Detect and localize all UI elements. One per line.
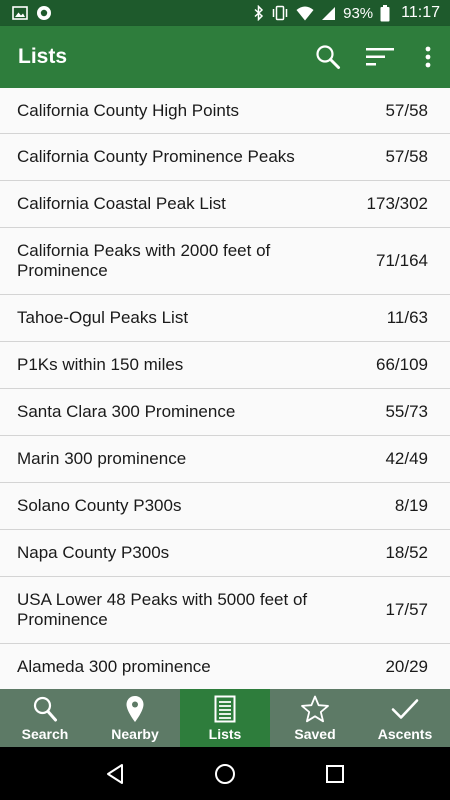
- nav-nearby[interactable]: Nearby: [90, 689, 180, 747]
- list-item[interactable]: California County High Points 57/58: [0, 88, 450, 134]
- bottom-navigation: Search Nearby Lists Saved Ascents: [0, 689, 450, 747]
- list-item[interactable]: Santa Clara 300 Prominence 55/73: [0, 389, 450, 436]
- list-item-name: California Peaks with 2000 feet of Promi…: [17, 241, 271, 280]
- list-item-name: Santa Clara 300 Prominence: [17, 402, 236, 421]
- list-item-name: Tahoe-Ogul Peaks List: [17, 308, 189, 327]
- nav-saved[interactable]: Saved: [270, 689, 360, 747]
- list-item-count: 11/63: [386, 308, 428, 327]
- home-circle-icon: [214, 763, 236, 785]
- star-icon: [300, 694, 330, 724]
- list-item-count: 17/57: [385, 600, 428, 619]
- list-item-count: 57/58: [385, 100, 428, 120]
- battery-icon: [380, 4, 390, 22]
- more-options-button[interactable]: [406, 31, 450, 83]
- list-item-count: 55/73: [385, 402, 428, 421]
- list-item[interactable]: California County Prominence Peaks 57/58: [0, 134, 450, 181]
- page-title: Lists: [18, 45, 68, 68]
- search-button[interactable]: [302, 31, 354, 83]
- sort-icon: [366, 47, 394, 67]
- nav-label: Search: [21, 726, 69, 742]
- list-item-count: 57/58: [385, 147, 428, 166]
- list-item-name: Solano County P300s: [17, 496, 182, 515]
- search-icon: [32, 694, 58, 724]
- list-item-name: P1Ks within 150 miles: [17, 355, 184, 374]
- nav-search[interactable]: Search: [0, 689, 90, 747]
- list-item-name: USA Lower 48 Peaks with 5000 feet of Pro…: [17, 590, 308, 629]
- search-icon: [315, 44, 341, 70]
- image-notification-icon: [12, 6, 28, 20]
- status-bar: 93% 11:17: [0, 0, 450, 26]
- list-item-count: 8/19: [394, 496, 428, 515]
- system-navigation-bar: [0, 747, 450, 800]
- signal-icon: [321, 6, 336, 21]
- list-item-count: 18/52: [385, 543, 428, 562]
- record-notification-icon: [36, 5, 52, 21]
- list-icon: [214, 694, 236, 724]
- recents-button[interactable]: [310, 749, 360, 799]
- peak-lists: California County High Points 57/58 Cali…: [0, 88, 450, 689]
- location-pin-icon: [125, 694, 145, 724]
- list-item-count: 66/109: [376, 355, 428, 374]
- app-bar: Lists: [0, 26, 450, 88]
- list-item[interactable]: Napa County P300s 18/52: [0, 530, 450, 577]
- list-item-count: 42/49: [385, 449, 428, 468]
- sort-button[interactable]: [354, 31, 406, 83]
- home-button[interactable]: [200, 749, 250, 799]
- back-triangle-icon: [105, 763, 125, 785]
- list-item[interactable]: P1Ks within 150 miles 66/109: [0, 342, 450, 389]
- clock: 11:17: [401, 4, 440, 21]
- vibrate-icon: [271, 5, 289, 21]
- battery-percentage: 93%: [343, 4, 374, 22]
- list-item-count: 20/29: [385, 657, 428, 676]
- list-item-name: California Coastal Peak List: [17, 194, 226, 213]
- nav-label: Lists: [208, 726, 242, 742]
- nav-lists[interactable]: Lists: [180, 689, 270, 747]
- list-item[interactable]: California Coastal Peak List 173/302: [0, 181, 450, 228]
- nav-ascents[interactable]: Ascents: [360, 689, 450, 747]
- nav-label: Saved: [294, 726, 336, 742]
- nav-label: Ascents: [377, 726, 433, 742]
- list-item[interactable]: Tahoe-Ogul Peaks List 11/63: [0, 295, 450, 342]
- list-item-name: Napa County P300s: [17, 543, 170, 562]
- list-item[interactable]: Solano County P300s 8/19: [0, 483, 450, 530]
- list-item[interactable]: Marin 300 prominence 42/49: [0, 436, 450, 483]
- list-item-count: 173/302: [366, 194, 428, 213]
- bluetooth-icon: [254, 5, 264, 21]
- list-item-name: California County Prominence Peaks: [17, 147, 295, 166]
- list-item-count: 71/164: [376, 251, 428, 270]
- list-item[interactable]: USA Lower 48 Peaks with 5000 feet of Pro…: [0, 577, 450, 644]
- checkmark-icon: [391, 694, 419, 724]
- list-item[interactable]: Alameda 300 prominence 20/29: [0, 644, 450, 689]
- list-item-name: California County High Points: [17, 100, 240, 120]
- nav-label: Nearby: [111, 726, 159, 742]
- list-item-name: Marin 300 prominence: [17, 449, 187, 468]
- back-button[interactable]: [90, 749, 140, 799]
- recents-square-icon: [325, 764, 345, 784]
- list-item-name: Alameda 300 prominence: [17, 657, 211, 676]
- more-vert-icon: [425, 46, 431, 68]
- list-item[interactable]: California Peaks with 2000 feet of Promi…: [0, 228, 450, 295]
- wifi-icon: [296, 6, 314, 21]
